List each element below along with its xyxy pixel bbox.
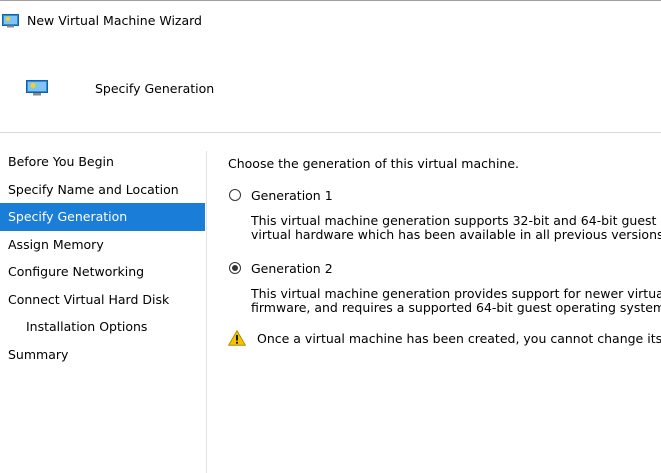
nav-item-summary[interactable]: Summary <box>0 341 205 369</box>
nav-item-assign-memory[interactable]: Assign Memory <box>0 231 205 259</box>
generation-2-description-line-2: firmware, and requires a supported 64-bi… <box>251 300 661 315</box>
radio-dot <box>232 265 238 271</box>
intro-text: Choose the generation of this virtual ma… <box>228 156 519 171</box>
generation-1-description-line-1: This virtual machine generation supports… <box>251 213 661 228</box>
generation-2-label: Generation 2 <box>251 261 333 276</box>
wizard-body: Before You Begin Specify Name and Locati… <box>0 132 661 473</box>
nav-item-specify-name-location[interactable]: Specify Name and Location <box>0 176 205 204</box>
warning-text: Once a virtual machine has been created,… <box>257 331 661 346</box>
nav-item-specify-generation[interactable]: Specify Generation <box>0 203 205 231</box>
wizard-header: Specify Generation <box>0 39 661 132</box>
generation-2-description-line-1: This virtual machine generation provides… <box>251 286 661 301</box>
nav-item-connect-virtual-hard-disk[interactable]: Connect Virtual Hard Disk <box>0 286 205 314</box>
nav-item-configure-networking[interactable]: Configure Networking <box>0 258 205 286</box>
nav-item-installation-options[interactable]: Installation Options <box>0 313 205 341</box>
nav-item-before-you-begin[interactable]: Before You Begin <box>0 148 205 176</box>
main-content: Choose the generation of this virtual ma… <box>228 133 661 473</box>
radio-button-checked[interactable] <box>229 262 241 274</box>
warning-icon <box>228 330 246 346</box>
wizard-window: New Virtual Machine Wizard Specify Gener… <box>0 0 661 473</box>
generation-1-description-line-2: virtual hardware which has been availabl… <box>251 227 661 242</box>
sidebar-divider <box>206 151 207 473</box>
generation-1-label: Generation 1 <box>251 188 333 203</box>
page-title: Specify Generation <box>95 81 215 96</box>
step-navigation: Before You Begin Specify Name and Locati… <box>0 148 205 368</box>
vm-wizard-icon <box>2 14 19 28</box>
window-title: New Virtual Machine Wizard <box>27 13 202 28</box>
title-bar: New Virtual Machine Wizard <box>0 1 661 39</box>
vm-wizard-icon <box>26 80 48 96</box>
radio-button-unchecked[interactable] <box>229 189 241 201</box>
